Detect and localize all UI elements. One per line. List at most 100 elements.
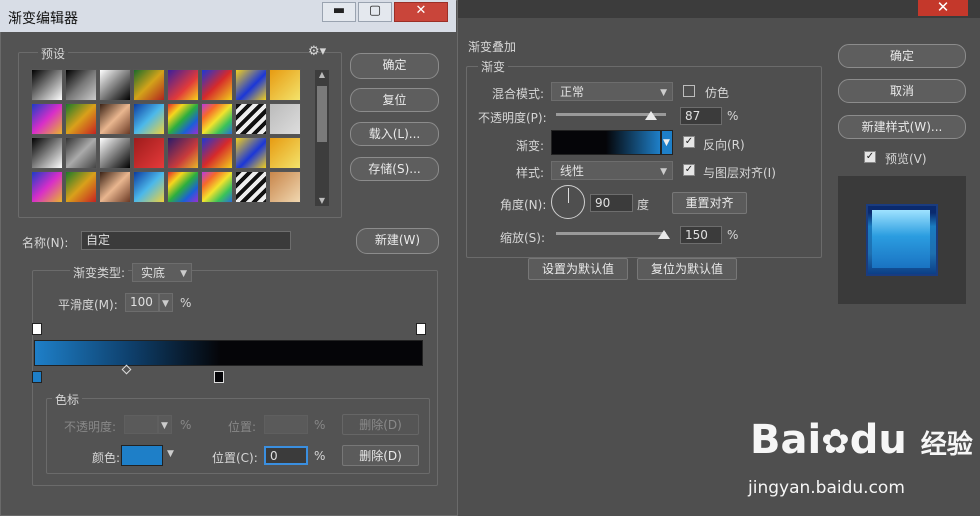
layer-style-titlebar (458, 0, 980, 18)
opacity-input[interactable]: 87 (680, 107, 722, 125)
reset-default-button[interactable]: 复位为默认值 (637, 258, 737, 280)
save-button[interactable]: 存储(S)... (350, 157, 439, 181)
scale-input[interactable]: 150 (680, 226, 722, 244)
watermark-brand2: du (849, 417, 907, 463)
preview-label: 预览(V) (885, 152, 927, 166)
new-button[interactable]: 新建(W) (356, 228, 439, 254)
preset-swatch[interactable] (99, 171, 131, 203)
gradient-dropdown[interactable]: ▼ (661, 130, 673, 155)
smoothness-percent: % (180, 296, 192, 310)
name-input[interactable]: 自定 (81, 231, 291, 250)
color-stop-left[interactable] (32, 371, 42, 383)
load-button[interactable]: 载入(L)... (350, 122, 439, 146)
reset-alignment-button[interactable]: 重置对齐 (672, 192, 747, 214)
preset-swatch[interactable] (269, 103, 301, 135)
gradient-label: 渐变: (516, 139, 545, 153)
stop-color-swatch[interactable] (121, 445, 163, 466)
opacity-stop-right[interactable] (416, 323, 426, 335)
preset-swatch[interactable] (99, 103, 131, 135)
preset-swatch[interactable] (31, 69, 63, 101)
chevron-down-icon: ▼ (660, 167, 667, 177)
preset-swatch[interactable] (31, 171, 63, 203)
angle-dial[interactable] (551, 185, 585, 219)
preset-swatch[interactable] (133, 171, 165, 203)
preset-swatch[interactable] (99, 137, 131, 169)
scale-slider-handle[interactable] (658, 230, 670, 239)
preset-swatch[interactable] (31, 103, 63, 135)
preset-swatch[interactable] (65, 137, 97, 169)
preset-swatch[interactable] (133, 69, 165, 101)
gradient-type-select[interactable]: 实底 ▼ (132, 263, 192, 282)
delete-opacity-stop-button[interactable]: 删除(D) (342, 414, 419, 435)
preset-swatch[interactable] (201, 103, 233, 135)
blend-mode-select[interactable]: 正常 ▼ (551, 82, 673, 101)
preset-swatch[interactable] (269, 171, 301, 203)
stop-opacity-dropdown[interactable]: ▼ (158, 415, 172, 434)
style-preview-inner (872, 210, 930, 268)
maximize-button[interactable]: ▢ (358, 2, 392, 22)
stop-opacity-percent: % (180, 418, 192, 432)
stop-opacity-input[interactable] (124, 415, 158, 434)
gradient-bar[interactable] (34, 340, 423, 366)
preview-checkbox[interactable]: ✓ (864, 151, 876, 163)
preset-swatch[interactable] (201, 69, 233, 101)
preset-swatch[interactable] (65, 69, 97, 101)
angle-input[interactable]: 90 (590, 194, 633, 212)
minimize-button[interactable]: ▬ (322, 2, 356, 22)
delete-color-stop-button[interactable]: 删除(D) (342, 445, 419, 466)
ok-button[interactable]: 确定 (350, 53, 439, 79)
preset-swatch[interactable] (167, 69, 199, 101)
preset-swatch[interactable] (235, 103, 267, 135)
chevron-down-icon: ▼ (180, 269, 187, 279)
scale-slider-track[interactable] (556, 232, 666, 235)
layer-style-ok-button[interactable]: 确定 (838, 44, 966, 68)
chevron-down-icon[interactable]: ▼ (167, 449, 174, 459)
smoothness-input[interactable]: 100 (125, 293, 159, 312)
smoothness-dropdown[interactable]: ▼ (159, 293, 173, 312)
gear-icon[interactable]: ⚙▾ (308, 44, 326, 59)
layer-style-cancel-button[interactable]: 取消 (838, 79, 966, 103)
layer-style-close-button[interactable]: ✕ (918, 0, 968, 16)
preset-swatch[interactable] (167, 137, 199, 169)
scroll-down-icon[interactable]: ▼ (315, 196, 329, 206)
preset-swatch[interactable] (65, 103, 97, 135)
gradient-preview-swatch[interactable] (551, 130, 661, 155)
style-select[interactable]: 线性 ▼ (551, 161, 673, 180)
preset-swatch[interactable] (133, 137, 165, 169)
smoothness-label: 平滑度(M): (58, 298, 118, 312)
new-style-button[interactable]: 新建样式(W)... (838, 115, 966, 139)
color-stop-right[interactable] (214, 371, 224, 383)
preset-swatch[interactable] (31, 137, 63, 169)
angle-label: 角度(N): (500, 198, 547, 212)
make-default-button[interactable]: 设置为默认值 (528, 258, 628, 280)
preset-swatch[interactable] (65, 171, 97, 203)
close-button[interactable]: ✕ (394, 2, 448, 22)
preset-swatch[interactable] (133, 103, 165, 135)
align-layer-checkbox[interactable]: ✓ (683, 164, 695, 176)
style-preview-box (838, 176, 966, 304)
stop-position-input[interactable] (264, 415, 308, 434)
dither-label: 仿色 (705, 86, 730, 100)
preset-swatch[interactable] (269, 137, 301, 169)
preset-swatch[interactable] (201, 137, 233, 169)
preset-swatch[interactable] (167, 103, 199, 135)
scrollbar-thumb[interactable] (317, 86, 327, 142)
opacity-stop-left[interactable] (32, 323, 42, 335)
scroll-up-icon[interactable]: ▲ (315, 70, 329, 80)
style-value: 线性 (560, 164, 585, 178)
preset-swatch[interactable] (235, 171, 267, 203)
stop-position-c-input[interactable]: 0 (264, 446, 308, 465)
opacity-slider-handle[interactable] (645, 111, 657, 120)
preset-swatch[interactable] (201, 171, 233, 203)
preset-swatch[interactable] (235, 69, 267, 101)
reset-button[interactable]: 复位 (350, 88, 439, 112)
preset-swatch[interactable] (235, 137, 267, 169)
dither-checkbox[interactable] (683, 85, 695, 97)
preset-swatch[interactable] (167, 171, 199, 203)
presets-scrollbar[interactable]: ▲ ▼ (315, 70, 329, 206)
preset-swatch[interactable] (99, 69, 131, 101)
reverse-checkbox[interactable]: ✓ (683, 136, 695, 148)
preset-swatch[interactable] (269, 69, 301, 101)
chevron-down-icon: ▼ (660, 88, 667, 98)
blend-mode-value: 正常 (560, 85, 585, 99)
